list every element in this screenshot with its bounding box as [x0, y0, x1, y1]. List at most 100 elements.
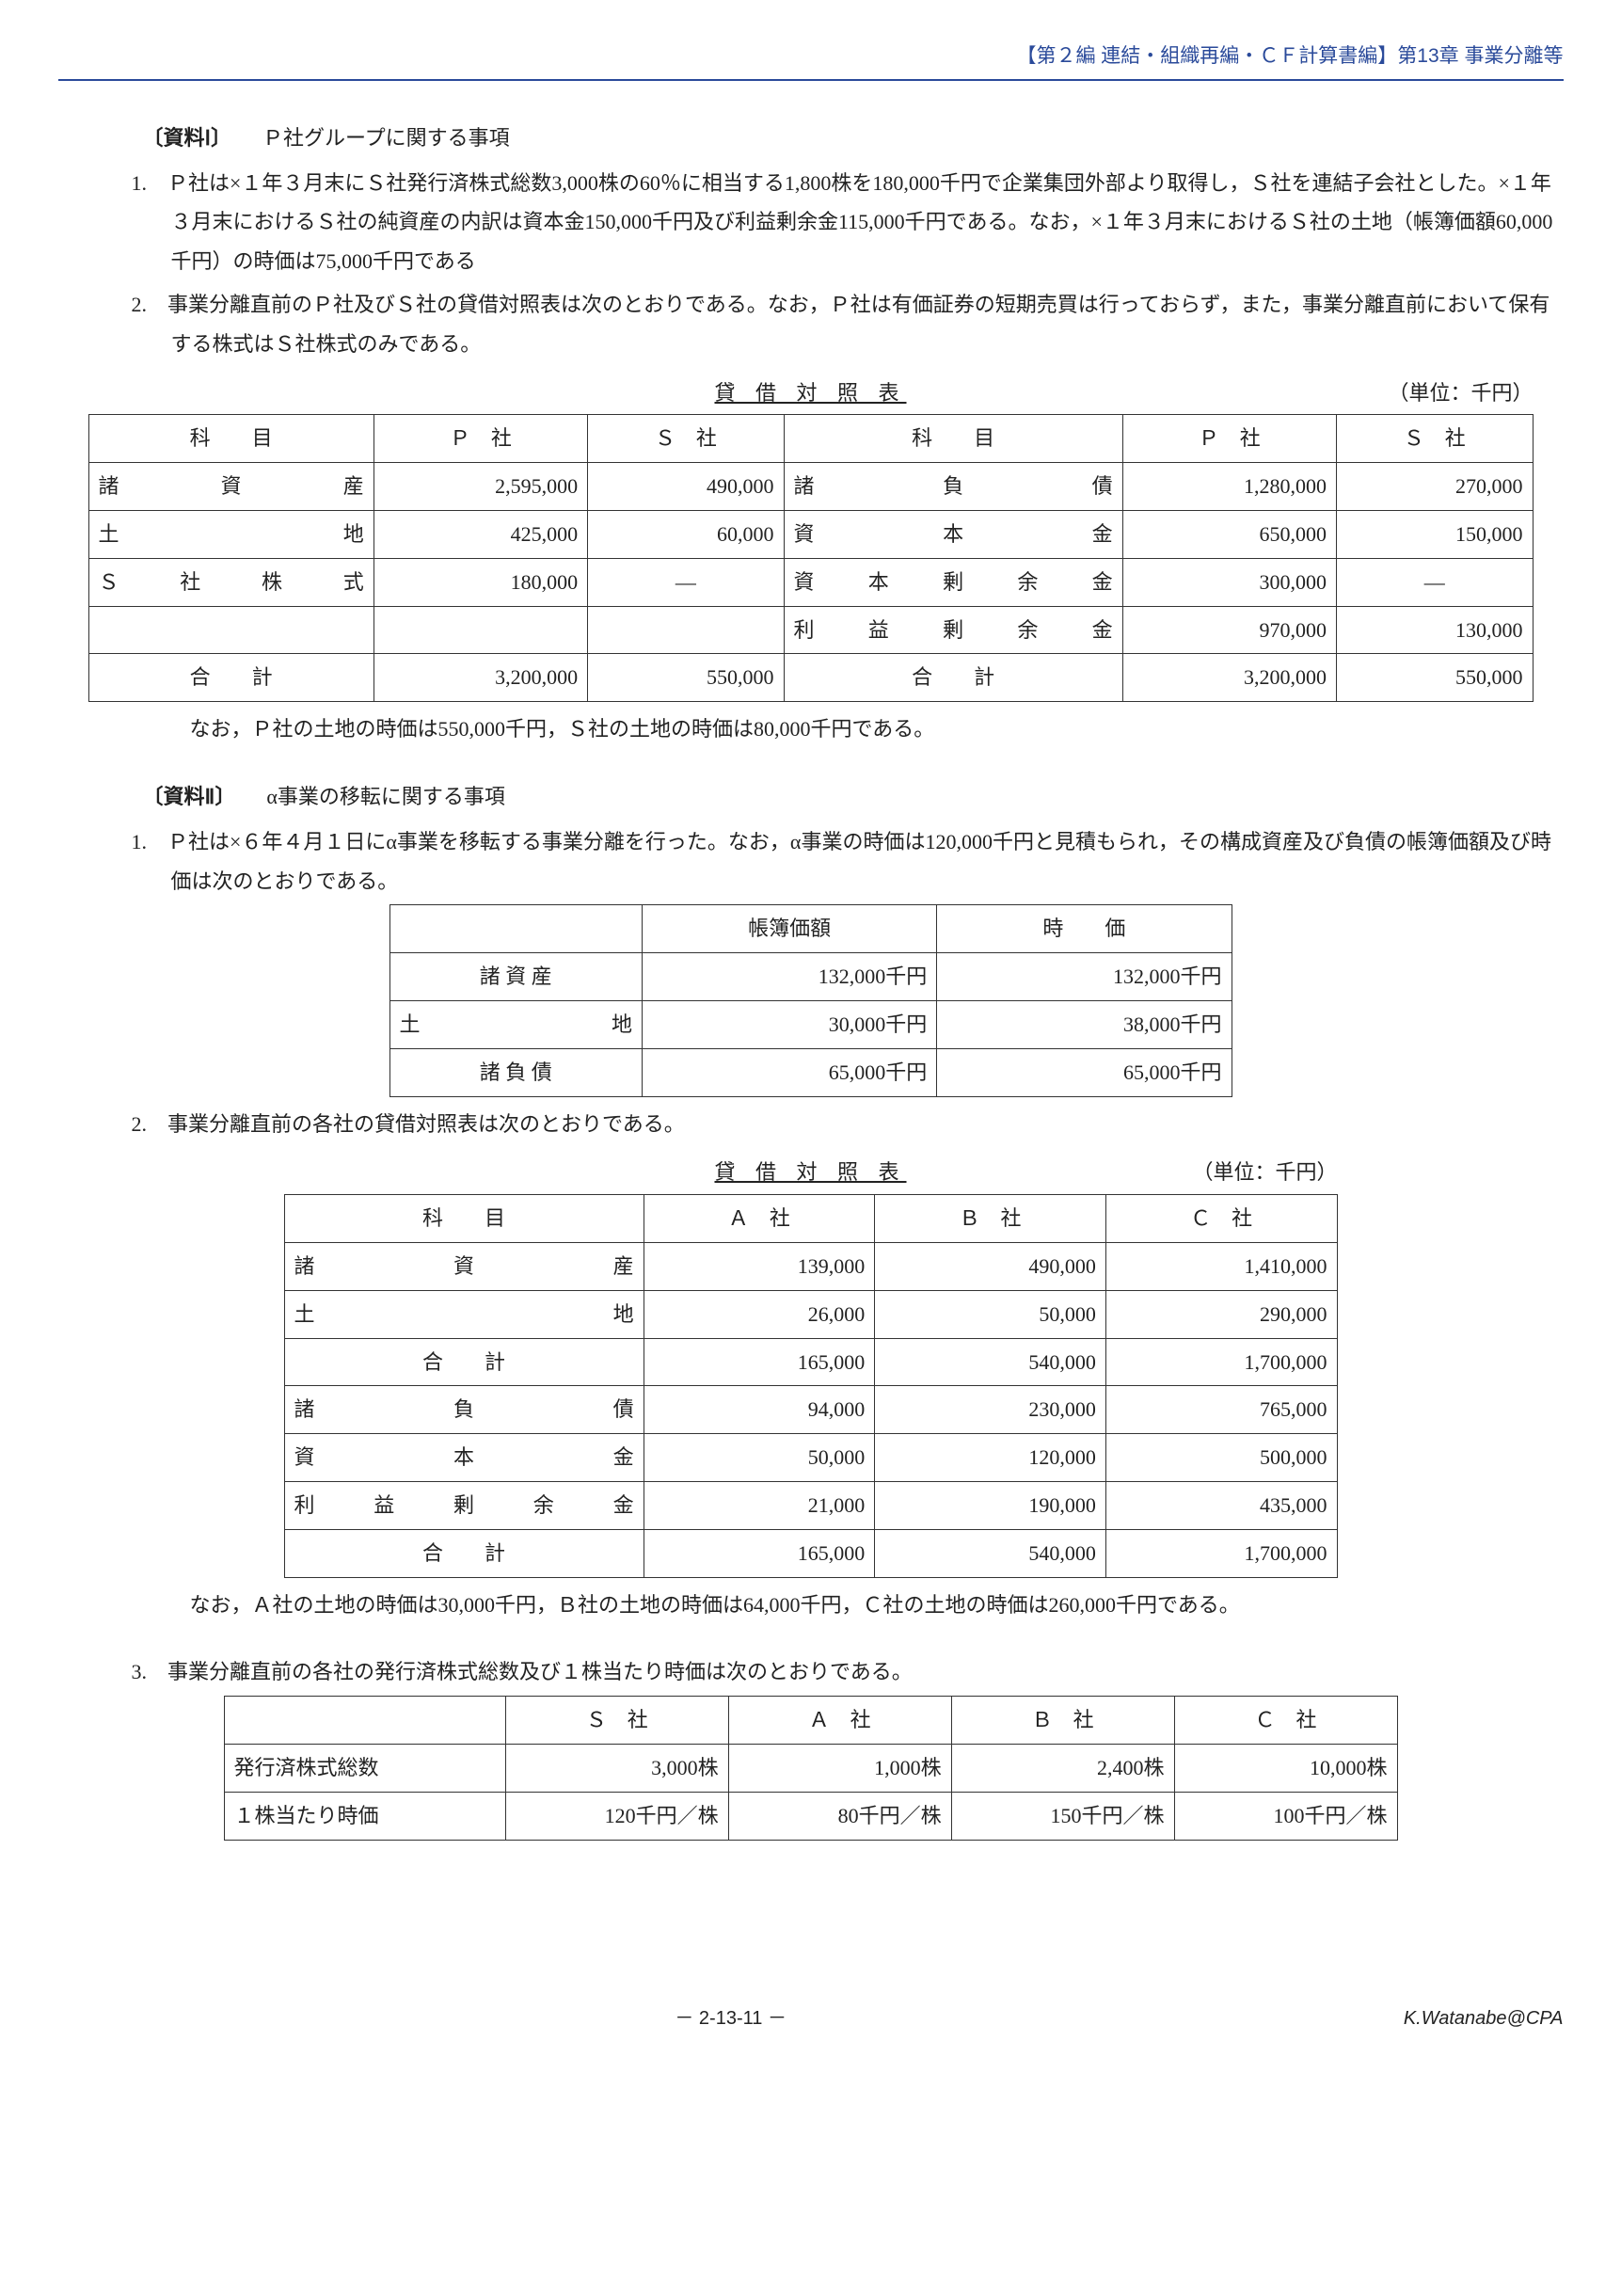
bs3-r3b: 94,000: [644, 1386, 875, 1434]
bs3-r1d: 1,410,000: [1105, 1243, 1337, 1291]
t4-h2: Ａ 社: [728, 1697, 951, 1745]
bs1-r2-bs: 150,000: [1337, 511, 1534, 559]
bs1-r3-p: 180,000: [373, 558, 587, 606]
bs3-h1: 科 目: [284, 1195, 644, 1243]
t4-r1b: 3,000株: [505, 1744, 728, 1792]
material2-subtitle: α事業の移転に関する事項: [225, 785, 505, 808]
material1-title: 〔資料Ⅰ〕 Ｐ社グループに関する事項: [143, 119, 1564, 158]
t2-r1a: 諸 資 産: [389, 953, 643, 1001]
t2-r2a: 土 地: [389, 1001, 643, 1049]
bs1-tot-s: 550,000: [588, 654, 784, 702]
bs3-st1d: 1,700,000: [1105, 1338, 1337, 1386]
share-table: Ｓ 社 Ａ 社 Ｂ 社 Ｃ 社 発行済株式総数 3,000株 1,000株 2,…: [224, 1696, 1398, 1840]
bs3-r1a: 諸資産: [284, 1243, 644, 1291]
t4-h3: Ｂ 社: [951, 1697, 1174, 1745]
t2-blank: [389, 905, 643, 953]
bs1-tot-bp: 3,200,000: [1122, 654, 1336, 702]
t4-r2a: １株当たり時価: [224, 1792, 505, 1840]
t4-blank: [224, 1697, 505, 1745]
bs1-r3-bp: 300,000: [1122, 558, 1336, 606]
bs1-r4-right: 利 益 剰 余 金: [784, 606, 1122, 654]
material2-label: 〔資料Ⅱ〕: [143, 785, 226, 808]
bs1-caption: 貸 借 対 照 表: [88, 374, 1534, 413]
bs3-st1: 合 計: [284, 1338, 644, 1386]
bs1-r4-s: [588, 606, 784, 654]
bs1-unit: （単位：千円）: [1388, 374, 1533, 413]
bs1-r4-bp: 970,000: [1122, 606, 1336, 654]
bs1-r3-right: 資 本 剰 余 金: [784, 558, 1122, 606]
bs3-r4a: 資本金: [284, 1434, 644, 1482]
bs1-h6: Ｓ 社: [1337, 415, 1534, 463]
material2-title: 〔資料Ⅱ〕 α事業の移転に関する事項: [143, 777, 1564, 817]
bs3-r2c: 50,000: [875, 1290, 1106, 1338]
bs1-r2-bp: 650,000: [1122, 511, 1336, 559]
mat2-note: なお，Ａ社の土地の時価は30,000千円，Ｂ社の土地の時価は64,000千円，Ｃ…: [190, 1586, 1507, 1625]
bs1-h5: Ｐ 社: [1122, 415, 1336, 463]
bs3-unit: （単位：千円）: [1192, 1153, 1337, 1192]
bs1-h1: 科 目: [88, 415, 373, 463]
t4-r1a: 発行済株式総数: [224, 1744, 505, 1792]
alpha-business-table: 帳簿価額 時 価 諸 資 産 132,000千円 132,000千円 土 地 3…: [389, 904, 1232, 1096]
mat2-item2: 2. 事業分離直前の各社の貸借対照表は次のとおりである。: [171, 1105, 1564, 1144]
t4-r1e: 10,000株: [1174, 1744, 1397, 1792]
bs3-r4c: 120,000: [875, 1434, 1106, 1482]
t2-r2c: 38,000千円: [937, 1001, 1232, 1049]
bs1-r1-p: 2,595,000: [373, 463, 587, 511]
bs1-r4-bs: 130,000: [1337, 606, 1534, 654]
mat1-item2: 2. 事業分離直前のＰ社及びＳ社の貸借対照表は次のとおりである。なお，Ｐ社は有価…: [171, 285, 1564, 364]
bs3-r4b: 50,000: [644, 1434, 875, 1482]
bs1-r1-s: 490,000: [588, 463, 784, 511]
bs1-tot-p: 3,200,000: [373, 654, 587, 702]
t4-h1: Ｓ 社: [505, 1697, 728, 1745]
bs1-r4-left: [88, 606, 373, 654]
bs3-st1c: 540,000: [875, 1338, 1106, 1386]
bs3-st2: 合 計: [284, 1529, 644, 1577]
bs1-r3-left: Ｓ 社 株 式: [88, 558, 373, 606]
t4-h4: Ｃ 社: [1174, 1697, 1397, 1745]
mat1-item1: 1. Ｐ社は×１年３月末にＳ社発行済株式総数3,000株の60％に相当する1,8…: [171, 164, 1564, 281]
t4-r2b: 120千円／株: [505, 1792, 728, 1840]
t2-h2: 時 価: [937, 905, 1232, 953]
bs3-st1b: 165,000: [644, 1338, 875, 1386]
bs3-r3a: 諸負債: [284, 1386, 644, 1434]
mat2-item1: 1. Ｐ社は×６年４月１日にα事業を移転する事業分離を行った。なお，α事業の時価…: [171, 822, 1564, 901]
bs3-r1c: 490,000: [875, 1243, 1106, 1291]
t4-r2e: 100千円／株: [1174, 1792, 1397, 1840]
t4-r1d: 2,400株: [951, 1744, 1174, 1792]
material1-label: 〔資料Ⅰ〕: [143, 126, 222, 150]
bs3-r1b: 139,000: [644, 1243, 875, 1291]
bs3-r5a: 利 益 剰 余 金: [284, 1482, 644, 1530]
t4-r2d: 150千円／株: [951, 1792, 1174, 1840]
bs3-r3c: 230,000: [875, 1386, 1106, 1434]
bs3-r2a: 土地: [284, 1290, 644, 1338]
page-number: － 2-13-11 －: [58, 2001, 1404, 2036]
bs3-st2d: 1,700,000: [1105, 1529, 1337, 1577]
bs3-r2b: 26,000: [644, 1290, 875, 1338]
bs3-r5b: 21,000: [644, 1482, 875, 1530]
bs1-r2-p: 425,000: [373, 511, 587, 559]
t2-r1c: 132,000千円: [937, 953, 1232, 1001]
page-header: 【第２編 連結・組織再編・ＣＦ計算書編】第13章 事業分離等: [58, 38, 1564, 81]
bs1-r3-s: ―: [588, 558, 784, 606]
bs1-r2-left: 土地: [88, 511, 373, 559]
bs1-h2: Ｐ 社: [373, 415, 587, 463]
t4-r2c: 80千円／株: [728, 1792, 951, 1840]
bs1-tot-left: 合 計: [88, 654, 373, 702]
bs3-st2c: 540,000: [875, 1529, 1106, 1577]
bs1-h3: Ｓ 社: [588, 415, 784, 463]
bs3-st2b: 165,000: [644, 1529, 875, 1577]
bs1-r1-bs: 270,000: [1337, 463, 1534, 511]
bs3-h4: Ｃ 社: [1105, 1195, 1337, 1243]
t2-r1b: 132,000千円: [643, 953, 937, 1001]
t2-r2b: 30,000千円: [643, 1001, 937, 1049]
bs1-tot-right: 合 計: [784, 654, 1122, 702]
bs1-tot-bs: 550,000: [1337, 654, 1534, 702]
t2-r3b: 65,000千円: [643, 1048, 937, 1096]
bs1-h4: 科 目: [784, 415, 1122, 463]
material1-subtitle: Ｐ社グループに関する事項: [221, 126, 510, 150]
bs3-h3: Ｂ 社: [875, 1195, 1106, 1243]
t4-r1c: 1,000株: [728, 1744, 951, 1792]
mat1-note: なお，Ｐ社の土地の時価は550,000千円，Ｓ社の土地の時価は80,000千円で…: [190, 710, 1507, 749]
bs3-r4d: 500,000: [1105, 1434, 1337, 1482]
bs1-r2-s: 60,000: [588, 511, 784, 559]
